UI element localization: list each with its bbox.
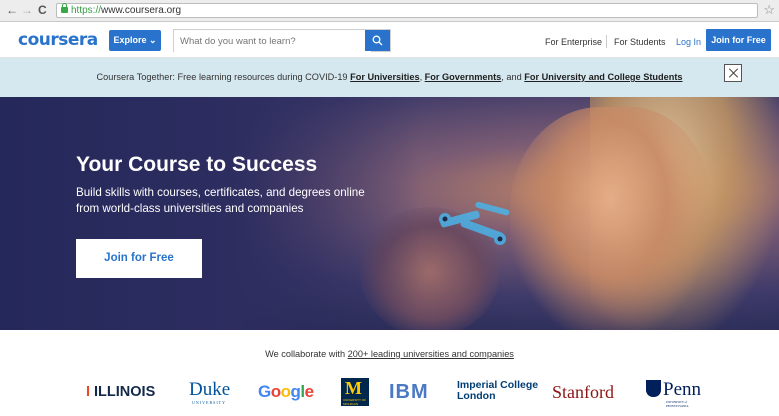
imperial-line2: London bbox=[457, 390, 496, 402]
search-input[interactable] bbox=[174, 30, 371, 53]
partners-link[interactable]: 200+ leading universities and companies bbox=[348, 349, 514, 359]
address-bar[interactable]: https://www.coursera.org bbox=[56, 3, 758, 18]
back-button[interactable]: ← bbox=[6, 2, 18, 18]
join-for-free-header-button[interactable]: Join for Free bbox=[706, 29, 771, 51]
login-link[interactable]: Log In bbox=[676, 37, 701, 47]
penn-wordmark: Penn bbox=[663, 379, 701, 400]
url-host: www.coursera.org bbox=[101, 5, 182, 16]
banner-prefix: Coursera Together: Free learning resourc… bbox=[96, 72, 351, 82]
michigan-mark: M bbox=[345, 378, 362, 398]
search-button[interactable] bbox=[365, 30, 390, 51]
duke-logo[interactable]: Duke UNIVERSITY bbox=[189, 379, 231, 405]
google-logo[interactable]: Google bbox=[258, 382, 314, 402]
browser-toolbar: ← → C https://www.coursera.org ☆ bbox=[0, 0, 779, 22]
penn-logo[interactable]: Penn UNIVERSITY of PENNSYLVANIA bbox=[646, 378, 701, 408]
nav-divider bbox=[606, 35, 607, 48]
hero-subtitle: Build skills with courses, certificates,… bbox=[76, 186, 365, 215]
reload-button[interactable]: C bbox=[38, 2, 47, 18]
penn-shield-icon bbox=[646, 380, 661, 397]
join-for-free-hero-button[interactable]: Join for Free bbox=[76, 239, 202, 278]
for-students-link[interactable]: For Students bbox=[614, 37, 666, 47]
imperial-college-logo[interactable]: Imperial College London bbox=[457, 380, 538, 402]
for-enterprise-link[interactable]: For Enterprise bbox=[545, 37, 602, 47]
banner-link-governments[interactable]: For Governments bbox=[425, 72, 502, 82]
partners-caption: We collaborate with 200+ leading univers… bbox=[0, 349, 779, 359]
search-box bbox=[173, 29, 391, 53]
illinois-mark: I bbox=[86, 384, 91, 400]
banner-link-universities[interactable]: For Universities bbox=[350, 72, 419, 82]
duke-subtitle: UNIVERSITY bbox=[192, 400, 226, 405]
partners-prefix: We collaborate with bbox=[265, 349, 348, 359]
search-icon bbox=[372, 35, 383, 46]
illinois-wordmark: ILLINOIS bbox=[94, 384, 156, 400]
site-header: coursera Explore ⌄ For Enterprise For St… bbox=[0, 22, 779, 58]
lock-icon bbox=[61, 3, 68, 13]
duke-wordmark: Duke bbox=[189, 379, 231, 400]
covid-banner: Coursera Together: Free learning resourc… bbox=[0, 58, 779, 97]
hero-image-face bbox=[510, 107, 710, 330]
michigan-subtitle: UNIVERSITY OF MICHIGAN bbox=[343, 398, 366, 406]
partner-logos: I ILLINOIS Duke UNIVERSITY Google M UNIVERS… bbox=[0, 376, 779, 410]
banner-message: Coursera Together: Free learning resourc… bbox=[0, 72, 779, 82]
bookmark-star-icon[interactable]: ☆ bbox=[763, 2, 775, 18]
url-scheme: https:// bbox=[71, 5, 102, 16]
robot-arm-icon bbox=[439, 201, 510, 245]
ibm-logo[interactable]: IBM bbox=[389, 381, 429, 404]
banner-separator: , and bbox=[501, 72, 525, 82]
hero-title: Your Course to Success bbox=[76, 153, 318, 176]
penn-subtitle: UNIVERSITY of PENNSYLVANIA bbox=[666, 400, 689, 408]
illinois-logo[interactable]: I ILLINOIS bbox=[86, 384, 155, 400]
explore-button[interactable]: Explore ⌄ bbox=[109, 30, 161, 51]
close-banner-button[interactable] bbox=[724, 64, 742, 82]
stanford-logo[interactable]: Stanford bbox=[552, 382, 614, 403]
michigan-logo[interactable]: M UNIVERSITY OF MICHIGAN bbox=[341, 378, 369, 406]
coursera-logo[interactable]: coursera bbox=[18, 30, 98, 50]
banner-link-students[interactable]: For University and College Students bbox=[524, 72, 682, 82]
hero-section: Your Course to Success Build skills with… bbox=[0, 97, 779, 330]
forward-button[interactable]: → bbox=[21, 2, 33, 18]
